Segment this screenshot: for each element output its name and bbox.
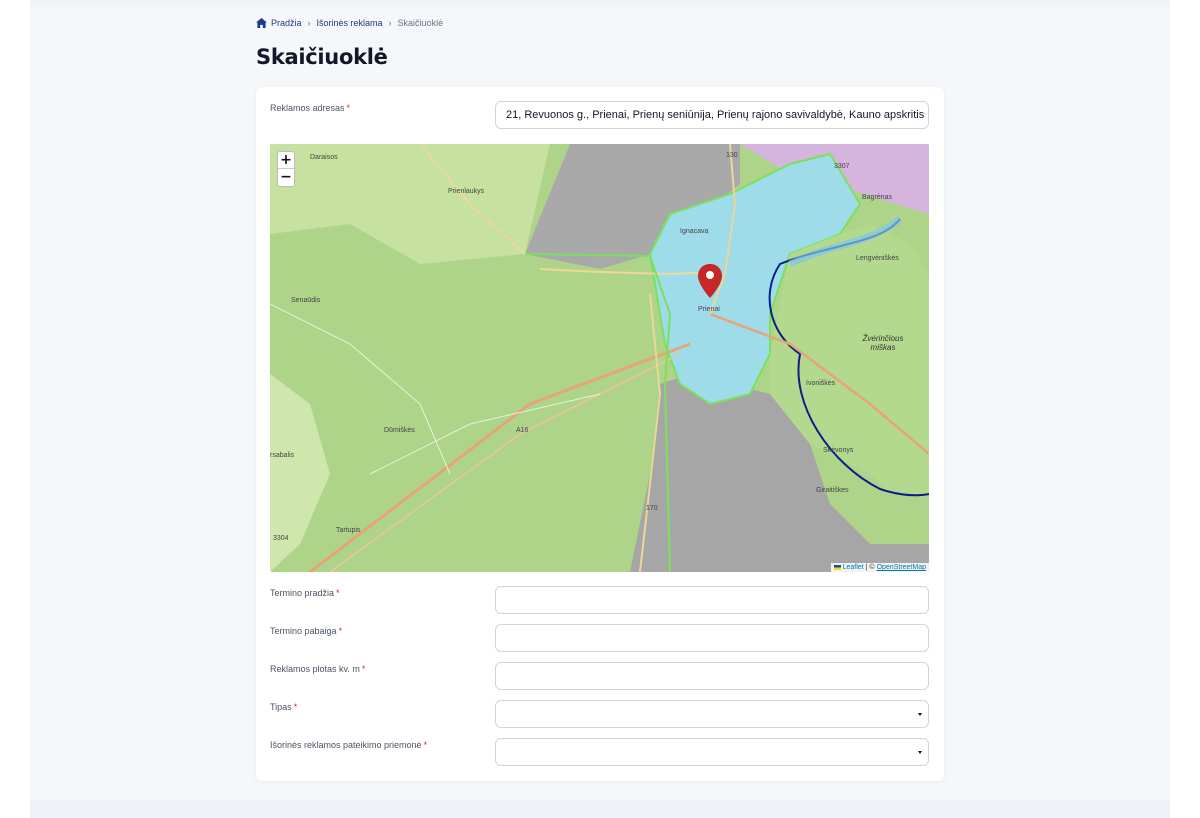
- attribution-separator: | ©: [865, 564, 875, 571]
- map-label-giraitiskes: Giraitiškes: [816, 487, 849, 494]
- openstreetmap-link[interactable]: OpenStreetMap: [877, 564, 926, 571]
- map-label-prienai: Prienai: [698, 306, 720, 313]
- term-end-input[interactable]: [495, 624, 929, 652]
- map-label-ivoniskes: Ivoniškės: [806, 380, 836, 387]
- map-label-skevonys: Skėvonys: [823, 447, 854, 454]
- map-label-daraisos: Daraisos: [310, 154, 338, 161]
- road-label-3304: 3304: [273, 535, 289, 542]
- location-map[interactable]: Daraisos Prienlaukys Ignacava Bagrėnas L…: [270, 144, 929, 572]
- medium-select[interactable]: [495, 738, 929, 766]
- zoom-in-button[interactable]: +: [278, 152, 294, 169]
- area-input[interactable]: [495, 662, 929, 690]
- type-select[interactable]: [495, 700, 929, 728]
- address-label: Reklamos adresas *: [270, 103, 351, 113]
- map-label-tartupis: Tartupis: [336, 527, 361, 534]
- type-label: Tipas *: [270, 702, 298, 712]
- map-label-dumiskes: Dūmiškės: [384, 427, 415, 434]
- breadcrumb-separator-icon: ›: [307, 18, 311, 28]
- map-label-lengveniskes: Lengvėniškės: [856, 255, 899, 262]
- chevron-down-icon: [918, 751, 922, 754]
- page-title: Skaičiuoklė: [256, 45, 388, 69]
- road-label-170: 170: [646, 505, 658, 512]
- map-label-prienlaukys: Prienlaukys: [448, 188, 485, 195]
- map-attribution: Leaflet | © OpenStreetMap: [830, 563, 929, 572]
- area-label: Reklamos plotas kv. m *: [270, 664, 366, 674]
- home-icon[interactable]: [256, 18, 267, 28]
- breadcrumb-current: Skaičiuoklė: [397, 18, 444, 28]
- term-end-label: Termino pabaiga *: [270, 626, 343, 636]
- ukraine-flag-icon: [833, 565, 841, 570]
- term-start-input[interactable]: [495, 586, 929, 614]
- zoom-control: + −: [277, 151, 295, 187]
- road-label-3307: 3307: [834, 163, 850, 170]
- map-label-senaudis: Senaūdis: [291, 297, 321, 304]
- address-value: 21, Revuonos g., Prienai, Prienų seniūni…: [506, 109, 924, 121]
- breadcrumb-home-link[interactable]: Pradžia: [271, 18, 302, 28]
- breadcrumb-outdoor-ads-link[interactable]: Išorinės reklama: [317, 18, 383, 28]
- zoom-out-button[interactable]: −: [278, 169, 294, 186]
- road-label-130: 130: [726, 152, 738, 159]
- medium-label: Išorinės reklamos pateikimo priemonė *: [270, 740, 428, 750]
- breadcrumb-separator-icon: ›: [388, 18, 392, 28]
- top-shadow: [30, 0, 1170, 10]
- chevron-down-icon: [918, 713, 922, 716]
- address-input[interactable]: 21, Revuonos g., Prienai, Prienų seniūni…: [495, 101, 929, 129]
- location-pin-icon[interactable]: [698, 264, 722, 298]
- road-label-a16: A16: [516, 427, 529, 434]
- map-label-rsabalis: rsabalis: [270, 452, 295, 459]
- calculator-form-card: Reklamos adresas * 21, Revuonos g., Prien…: [256, 87, 944, 781]
- leaflet-link[interactable]: Leaflet: [843, 564, 864, 571]
- map-label-zverincius: Žvėrinčious miškas: [862, 334, 904, 352]
- term-start-label: Termino pradžia *: [270, 588, 340, 598]
- breadcrumb: Pradžia › Išorinės reklama › Skaičiuoklė: [256, 18, 443, 28]
- map-label-bagrenas: Bagrėnas: [862, 194, 892, 201]
- map-label-ignacava: Ignacava: [680, 228, 709, 235]
- map-tiles[interactable]: [270, 144, 929, 572]
- bottom-strip: [30, 800, 1170, 818]
